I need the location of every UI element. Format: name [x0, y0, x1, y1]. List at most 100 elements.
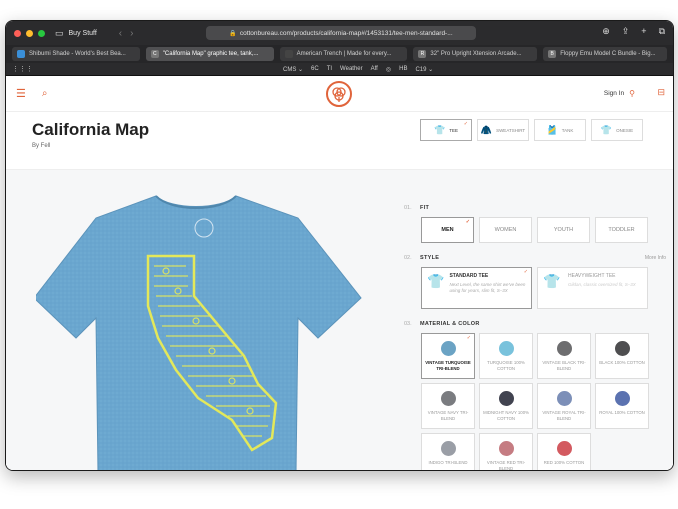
window-title: Buy Stuff [68, 29, 97, 37]
more-info-link[interactable]: More Info [645, 255, 666, 261]
type-onesie[interactable]: 👕 ONESIE [591, 119, 643, 141]
tab-floppy-emu[interactable]: B Floppy Emu Model C Bundle - Big... [543, 47, 667, 61]
type-label: ONESIE [616, 127, 634, 133]
tab-shibumi[interactable]: Shibumi Shade - World's Best Bea... [12, 47, 140, 61]
type-tee[interactable]: 👕 TEE ✓ [420, 119, 472, 141]
sign-in-link[interactable]: Sign In ⚲ [604, 89, 635, 98]
color-swatch [556, 341, 572, 356]
color-option[interactable]: VINTAGE BLACK TRI-BLEND [537, 333, 591, 379]
sidebar-icon[interactable]: ▭ [55, 28, 64, 39]
check-icon: ✓ [466, 335, 471, 341]
tab-arcade[interactable]: R 32" Pro Upright Xtension Arcade... [413, 47, 538, 61]
minimize-window-button[interactable] [26, 29, 33, 37]
site-header: ☰ ⌕ Sign In ⚲ ⊟ [6, 76, 673, 112]
tab-overview-icon[interactable]: ⧉ [659, 26, 665, 37]
fit-label: YOUTH [553, 227, 574, 233]
style-heading: 02. STYLE More Info [404, 253, 666, 263]
hamburger-menu-icon[interactable]: ☰ [16, 87, 26, 100]
color-label: TURQUOISE 100% COTTON [487, 360, 525, 371]
close-window-button[interactable] [14, 29, 21, 37]
search-icon[interactable]: ⌕ [42, 88, 48, 99]
bookmark-item[interactable]: HB [399, 66, 407, 73]
fit-men-button[interactable]: MEN ✓ [421, 217, 474, 243]
fit-selector: MEN ✓ WOMEN YOUTH TODDLER [421, 217, 666, 243]
color-swatch [614, 341, 630, 356]
cotton-logo-icon [332, 87, 346, 102]
step-number: 03. [404, 321, 412, 327]
color-label: ROYAL 100% COTTON [599, 410, 645, 415]
color-swatch [498, 341, 514, 356]
back-icon[interactable]: ‹ [119, 28, 122, 39]
type-sweatshirt[interactable]: 🧥 SWEATSHIRT [477, 119, 529, 141]
fit-label: MEN [441, 227, 454, 233]
product-image[interactable] [33, 188, 366, 470]
color-option[interactable]: VINTAGE NAVY TRI-BLEND [421, 383, 475, 429]
color-option[interactable]: BLACK 100% COTTON [595, 333, 649, 379]
download-icon[interactable]: ⊕ [602, 26, 610, 37]
product-body: 01. FIT MEN ✓ WOMEN YOUTH TODDLER 02. ST… [6, 170, 673, 471]
type-label: TANK [561, 127, 574, 133]
type-label: TEE [449, 127, 458, 133]
style-description: Next Level, the same shirt we've been us… [449, 282, 526, 294]
forward-icon[interactable]: › [130, 28, 133, 39]
product-title: California Map [32, 120, 150, 139]
tab-american-trench[interactable]: American Trench | Made for every... [279, 47, 408, 61]
product-author[interactable]: By Fell [32, 143, 50, 149]
color-option[interactable]: VINTAGE RED TRI-BLEND [479, 433, 533, 471]
color-option[interactable]: VINTAGE ROYAL TRI-BLEND [537, 383, 591, 429]
tab-label: "California Map" graphic tee, tank,... [162, 51, 259, 57]
bookmark-item[interactable]: Aff [371, 66, 378, 73]
color-option[interactable]: INDIGO TRI-BLEND [421, 433, 475, 470]
color-label: INDIGO TRI-BLEND [428, 460, 468, 465]
style-standard-tee[interactable]: 👕 STANDARD TEE Next Level, the same shir… [421, 267, 532, 309]
color-option[interactable]: TURQUOISE 100% COTTON [479, 333, 533, 379]
step-title: FIT [420, 205, 430, 211]
tab-favicon: R [418, 50, 427, 58]
fit-youth-button[interactable]: YOUTH [537, 217, 590, 243]
color-label: VINTAGE RED TRI-BLEND [486, 460, 526, 471]
user-icon: ⚲ [629, 89, 635, 98]
color-option[interactable]: VINTAGE TURQUOISE TRI-BLEND ✓ [421, 333, 475, 379]
grid-icon[interactable]: ⋮⋮⋮ [12, 65, 33, 73]
fit-women-button[interactable]: WOMEN [479, 217, 532, 243]
bookmark-item[interactable]: TI [327, 66, 332, 73]
step-number: 01. [404, 205, 412, 211]
bookmark-item[interactable]: C19 ⌄ [415, 66, 433, 73]
color-label: VINTAGE BLACK TRI-BLEND [542, 360, 586, 371]
check-icon: ✓ [523, 269, 528, 275]
step-title: STYLE [420, 255, 440, 261]
color-swatch [556, 441, 572, 456]
color-label: VINTAGE NAVY TRI-BLEND [427, 410, 469, 421]
new-tab-icon[interactable]: + [641, 26, 646, 37]
style-heavyweight-tee[interactable]: 👕 HEAVYWEIGHT TEE Gildan, classic oversi… [537, 267, 648, 309]
tee-icon: 👕 [434, 124, 446, 135]
type-label: SWEATSHIRT [496, 127, 526, 133]
bookmark-item[interactable]: Weather [340, 66, 363, 73]
color-option[interactable]: MIDNIGHT NAVY 100% COTTON [479, 383, 533, 429]
bookmark-item[interactable]: 6C [311, 66, 319, 73]
sign-in-label: Sign In [603, 90, 625, 97]
bookmark-item[interactable]: CMS ⌄ [283, 66, 303, 73]
fit-toddler-button[interactable]: TODDLER [595, 217, 648, 243]
color-option[interactable]: ROYAL 100% COTTON [595, 383, 649, 429]
address-bar[interactable]: 🔒 cottonbureau.com/products/california-m… [206, 26, 476, 40]
share-icon[interactable]: ⇪ [622, 26, 630, 37]
tab-label: 32" Pro Upright Xtension Arcade... [430, 51, 522, 57]
tshirt-illustration [33, 195, 362, 470]
tab-california-map[interactable]: C "California Map" graphic tee, tank,... [145, 47, 274, 61]
fit-label: TODDLER [608, 227, 635, 233]
bookmark-item[interactable]: ◎ [386, 66, 391, 73]
cart-icon[interactable]: ⊟ [657, 87, 665, 98]
product-options: 01. FIT MEN ✓ WOMEN YOUTH TODDLER 02. ST… [404, 170, 666, 471]
zoom-window-button[interactable] [38, 29, 45, 37]
lock-icon: 🔒 [229, 30, 237, 37]
cotton-bureau-logo[interactable] [326, 81, 352, 107]
color-label: MIDNIGHT NAVY 100% COTTON [483, 410, 529, 421]
color-swatch [498, 391, 514, 406]
color-option[interactable]: RED 100% COTTON [537, 433, 591, 470]
type-tank[interactable]: 🎽 TANK [534, 119, 586, 141]
fit-heading: 01. FIT [404, 203, 666, 213]
tee-outline-icon: 👕 [543, 273, 561, 289]
color-heading: 03. MATERIAL & COLOR [404, 319, 666, 329]
bookmarks-bar: ⋮⋮⋮ CMS ⌄ 6C TI Weather Aff ◎ HB C19 ⌄ [6, 63, 673, 76]
